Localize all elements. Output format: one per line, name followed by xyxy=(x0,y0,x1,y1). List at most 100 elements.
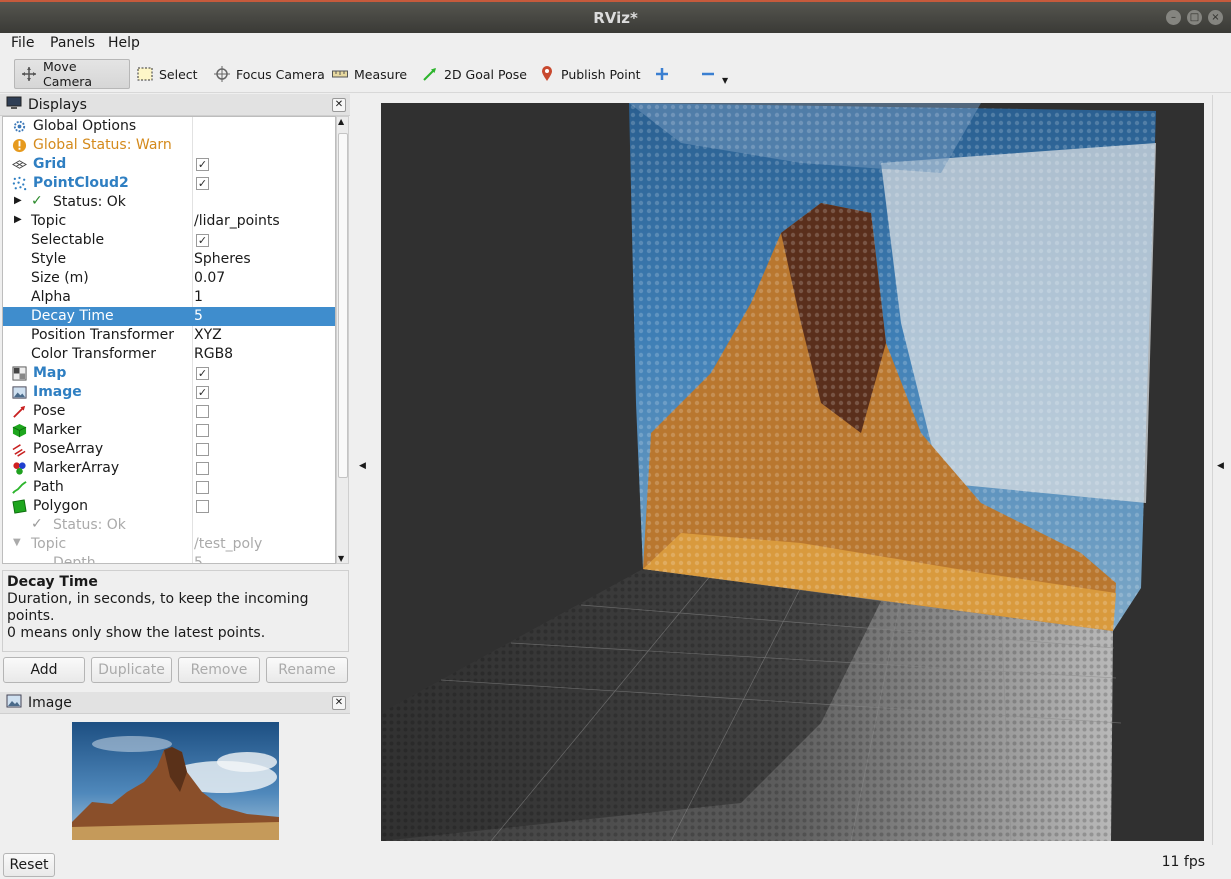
posearray-checkbox[interactable] xyxy=(196,443,209,456)
focus-camera-button[interactable]: Focus Camera xyxy=(208,59,331,89)
duplicate-button[interactable]: Duplicate xyxy=(91,657,172,683)
map-checkbox[interactable]: ✓ xyxy=(196,367,209,380)
tree-row-grid[interactable]: Grid ✓ xyxy=(3,155,335,174)
3d-viewport[interactable] xyxy=(381,103,1204,841)
tree-row-image[interactable]: Image ✓ xyxy=(3,383,335,402)
select-button[interactable]: Select xyxy=(131,59,204,89)
image-panel-close-icon[interactable]: ✕ xyxy=(332,696,346,710)
tree-row-map[interactable]: Map ✓ xyxy=(3,364,335,383)
scrollbar-thumb[interactable] xyxy=(338,133,348,478)
scroll-up-icon[interactable]: ▲ xyxy=(338,117,344,126)
2d-goal-pose-button[interactable]: 2D Goal Pose xyxy=(416,59,533,89)
measure-button[interactable]: Measure xyxy=(326,59,413,89)
row-value[interactable]: RGB8 xyxy=(194,346,233,362)
ruler-icon xyxy=(332,66,348,82)
select-icon xyxy=(137,66,153,82)
row-value[interactable]: /lidar_points xyxy=(194,213,280,229)
path-icon xyxy=(12,480,28,496)
row-value[interactable]: XYZ xyxy=(194,327,222,343)
row-label: Image xyxy=(33,384,82,400)
measure-label: Measure xyxy=(354,66,408,82)
menu-file[interactable]: File xyxy=(11,35,34,51)
row-label: Alpha xyxy=(31,289,71,305)
selectable-checkbox[interactable]: ✓ xyxy=(196,234,209,247)
tree-row-markerarray[interactable]: MarkerArray xyxy=(3,459,335,478)
row-value[interactable]: 1 xyxy=(194,289,203,305)
tree-row-alpha[interactable]: Alpha 1 xyxy=(3,288,335,307)
checkmark-icon: ✓ xyxy=(31,193,43,209)
focus-camera-icon xyxy=(214,66,230,82)
path-checkbox[interactable] xyxy=(196,481,209,494)
displays-panel-close-icon[interactable]: ✕ xyxy=(332,98,346,112)
tree-row-style[interactable]: Style Spheres xyxy=(3,250,335,269)
green-cube-icon xyxy=(12,423,28,439)
title-bar: RViz* – □ × xyxy=(0,0,1231,33)
tree-row-status-ok[interactable]: ▶ ✓ Status: Ok xyxy=(3,193,335,212)
row-value[interactable]: 5 xyxy=(194,308,203,324)
tree-row-position-transformer[interactable]: Position Transformer XYZ xyxy=(3,326,335,345)
rviz-window: RViz* – □ × File Panels Help Move Camera… xyxy=(0,0,1231,879)
tree-row-size[interactable]: Size (m) 0.07 xyxy=(3,269,335,288)
maximize-icon[interactable]: □ xyxy=(1187,10,1202,25)
tree-row-global-options[interactable]: Global Options xyxy=(3,117,335,136)
row-label: Grid xyxy=(33,156,67,172)
markerarray-checkbox[interactable] xyxy=(196,462,209,475)
pose-checkbox[interactable] xyxy=(196,405,209,418)
remove-tool-button[interactable]: ▼ xyxy=(694,59,734,89)
collapse-arrow-icon[interactable]: ▼ xyxy=(13,537,21,548)
row-value[interactable]: Spheres xyxy=(194,251,251,267)
tree-row-marker[interactable]: Marker xyxy=(3,421,335,440)
tree-row-decay-time[interactable]: Decay Time 5 xyxy=(3,307,335,326)
row-label: Status: Ok xyxy=(53,517,126,533)
minus-icon xyxy=(700,66,716,82)
close-icon[interactable]: × xyxy=(1208,10,1223,25)
row-value[interactable]: 0.07 xyxy=(194,270,225,286)
row-label: Size (m) xyxy=(31,270,89,286)
move-camera-label: Move Camera xyxy=(43,59,93,89)
minimize-icon[interactable]: – xyxy=(1166,10,1181,25)
marker-checkbox[interactable] xyxy=(196,424,209,437)
move-camera-button[interactable]: Move Camera xyxy=(14,59,130,89)
scroll-down-icon[interactable]: ▼ xyxy=(338,554,344,563)
tree-row-pointcloud2[interactable]: PointCloud2 ✓ xyxy=(3,174,335,193)
publish-point-button[interactable]: Publish Point xyxy=(533,59,647,89)
collapse-right-icon[interactable]: ◀ xyxy=(1217,461,1224,471)
tree-row-posearray[interactable]: PoseArray xyxy=(3,440,335,459)
tree-row-polygon-depth[interactable]: Depth 5 xyxy=(3,554,335,563)
row-value[interactable]: /test_poly xyxy=(194,536,262,552)
reset-button[interactable]: Reset xyxy=(3,853,55,877)
right-splitter[interactable]: ◀ xyxy=(1212,95,1229,845)
row-value[interactable]: 5 xyxy=(194,555,203,563)
left-splitter[interactable]: ◀ xyxy=(354,95,376,845)
expand-arrow-icon[interactable]: ▶ xyxy=(14,195,22,206)
tree-row-path[interactable]: Path xyxy=(3,478,335,497)
image-checkbox[interactable]: ✓ xyxy=(196,386,209,399)
row-label: Position Transformer xyxy=(31,327,174,343)
image-icon xyxy=(12,385,28,401)
displays-scrollbar[interactable]: ▲ ▼ xyxy=(336,116,349,564)
add-button[interactable]: Add xyxy=(3,657,85,683)
tree-row-pose[interactable]: Pose xyxy=(3,402,335,421)
menu-panels[interactable]: Panels xyxy=(50,35,95,51)
pointcloud2-checkbox[interactable]: ✓ xyxy=(196,177,209,190)
tree-row-topic[interactable]: ▶ Topic /lidar_points xyxy=(3,212,335,231)
rename-button[interactable]: Rename xyxy=(266,657,348,683)
tree-row-polygon-topic[interactable]: ▼ Topic /test_poly xyxy=(3,535,335,554)
goal-pose-label: 2D Goal Pose xyxy=(444,66,527,82)
remove-button[interactable]: Remove xyxy=(178,657,260,683)
tree-row-global-status[interactable]: Global Status: Warn xyxy=(3,136,335,155)
row-label: Status: Ok xyxy=(53,194,126,210)
dropdown-arrow-icon[interactable]: ▼ xyxy=(722,76,728,85)
expand-arrow-icon[interactable]: ▶ xyxy=(14,214,22,225)
grid-checkbox[interactable]: ✓ xyxy=(196,158,209,171)
polygon-checkbox[interactable] xyxy=(196,500,209,513)
tree-row-color-transformer[interactable]: Color Transformer RGB8 xyxy=(3,345,335,364)
menu-help[interactable]: Help xyxy=(108,35,140,51)
add-tool-button[interactable] xyxy=(648,59,676,89)
tree-row-selectable[interactable]: Selectable ✓ xyxy=(3,231,335,250)
tree-row-polygon-status[interactable]: ✓ Status: Ok xyxy=(3,516,335,535)
tree-row-polygon[interactable]: Polygon xyxy=(3,497,335,516)
image-panel-title: Image xyxy=(28,694,72,711)
checkmark-icon: ✓ xyxy=(31,516,43,532)
collapse-left-icon[interactable]: ◀ xyxy=(359,461,366,471)
